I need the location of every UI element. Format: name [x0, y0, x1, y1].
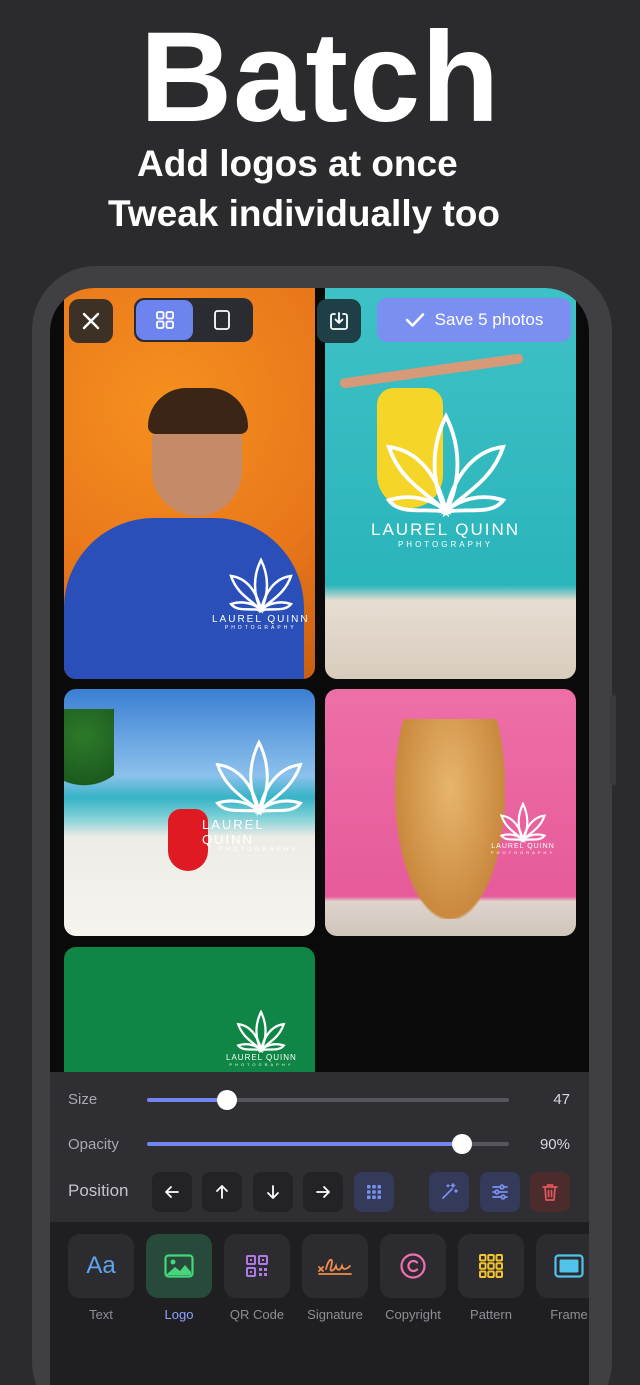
watermark-name: LAUREL QUINN: [371, 520, 521, 539]
arrow-up-icon: [216, 1185, 228, 1199]
trash-icon: [542, 1184, 558, 1201]
move-left-button[interactable]: [152, 1172, 192, 1212]
size-slider-fill: [147, 1098, 227, 1102]
watermark-tagline: PHOTOGRAPHY: [491, 850, 556, 855]
text-icon: Aa: [68, 1234, 134, 1298]
download-button[interactable]: [317, 299, 361, 343]
single-icon: [213, 310, 230, 330]
photo-tile-dog[interactable]: LAUREL QUINN PHOTOGRAPHY: [325, 689, 576, 936]
tools-bar: Aa Text Logo QR Code Signature Copyright…: [50, 1222, 589, 1385]
phone-side-button: [610, 695, 616, 785]
image-icon: [146, 1234, 212, 1298]
signature-icon: [302, 1234, 368, 1298]
tool-logo[interactable]: Logo: [146, 1234, 212, 1322]
auto-place-button[interactable]: [429, 1172, 469, 1212]
opacity-slider-fill: [147, 1142, 462, 1146]
close-icon: [82, 312, 100, 330]
lotus-logo-icon: [385, 412, 506, 518]
move-down-button[interactable]: [253, 1172, 293, 1212]
watermark-tagline: PHOTOGRAPHY: [397, 540, 494, 549]
tool-pattern-label: Pattern: [470, 1307, 512, 1322]
close-button[interactable]: [69, 299, 113, 343]
watermark-name: LAUREL QUINN: [491, 843, 555, 850]
delete-button[interactable]: [530, 1172, 570, 1212]
tool-text[interactable]: Aa Text: [68, 1234, 134, 1322]
size-slider-thumb[interactable]: [216, 1090, 237, 1110]
size-value: 47: [553, 1091, 570, 1108]
photo-tile-beach[interactable]: LAUREL QUINN PHOTOGRAPHY: [64, 689, 315, 936]
checkmark-icon: [405, 313, 424, 327]
tool-frame-label: Frame: [550, 1307, 588, 1322]
watermark-logo[interactable]: LAUREL QUINN PHOTOGRAPHY: [202, 737, 315, 853]
tool-pattern[interactable]: Pattern: [458, 1234, 524, 1322]
opacity-label: Opacity: [68, 1136, 119, 1153]
opacity-slider-thumb[interactable]: [451, 1134, 472, 1154]
watermark-logo[interactable]: LAUREL QUINN PHOTOGRAPHY: [491, 801, 555, 855]
move-up-button[interactable]: [202, 1172, 242, 1212]
watermark-tagline: PHOTOGRAPHY: [224, 625, 297, 631]
photo-tile-green[interactable]: LAUREL QUINN PHOTOGRAPHY: [64, 947, 315, 1077]
sliders-icon: [492, 1184, 508, 1200]
qr-icon: [224, 1234, 290, 1298]
opacity-value: 90%: [539, 1136, 570, 1153]
single-view-button[interactable]: [193, 300, 250, 340]
watermark-name: LAUREL QUINN: [212, 614, 310, 625]
download-icon: [330, 312, 348, 330]
watermark-logo[interactable]: LAUREL QUINN PHOTOGRAPHY: [226, 1009, 297, 1067]
tool-signature-label: Signature: [307, 1307, 363, 1322]
size-label: Size: [68, 1091, 98, 1108]
tool-logo-label: Logo: [164, 1307, 194, 1322]
tool-qr-code[interactable]: QR Code: [224, 1234, 290, 1322]
arrow-left-icon: [165, 1186, 179, 1198]
photo-tile-jump[interactable]: LAUREL QUINN PHOTOGRAPHY: [325, 288, 576, 679]
hero-subtitle-line2: Tweak individually too: [108, 193, 500, 234]
tool-signature[interactable]: Signature: [302, 1234, 368, 1322]
tool-text-label: Text: [89, 1307, 113, 1322]
magic-wand-icon: [442, 1183, 458, 1199]
lotus-logo-icon: [236, 1009, 287, 1053]
save-photos-label: Save 5 photos: [434, 310, 544, 329]
position-grid-button[interactable]: [354, 1172, 394, 1212]
position-label: Position: [68, 1181, 129, 1200]
grid-icon: [155, 311, 174, 329]
move-right-button[interactable]: [303, 1172, 343, 1212]
tool-qr-code-label: QR Code: [229, 1307, 285, 1322]
copyright-icon: [380, 1234, 446, 1298]
lotus-logo-icon: [500, 801, 547, 843]
lotus-logo-icon: [228, 557, 293, 614]
photo-palm-tree: [64, 709, 114, 799]
tool-copyright-label: Copyright: [385, 1307, 441, 1322]
size-slider[interactable]: [147, 1090, 509, 1110]
photo-tile-man[interactable]: LAUREL QUINN PHOTOGRAPHY: [64, 288, 315, 679]
tool-frame[interactable]: Frame: [536, 1234, 589, 1322]
view-mode-toggle: [134, 298, 253, 342]
watermark-tagline: PHOTOGRAPHY: [229, 1062, 294, 1067]
frame-icon: [536, 1234, 589, 1298]
grid-view-button[interactable]: [136, 300, 193, 340]
adjustments-button[interactable]: [480, 1172, 520, 1212]
arrow-right-icon: [316, 1186, 330, 1198]
lotus-logo-icon: [214, 739, 303, 817]
hero-title: Batch: [139, 6, 501, 149]
watermark-logo[interactable]: LAUREL QUINN PHOTOGRAPHY: [371, 408, 520, 549]
photo-subject-arms: [339, 353, 524, 389]
photo-subject-hair: [148, 388, 248, 434]
watermark-logo[interactable]: LAUREL QUINN PHOTOGRAPHY: [212, 556, 310, 631]
save-photos-button[interactable]: Save 5 photos: [377, 298, 571, 342]
watermark-tagline: PHOTOGRAPHY: [218, 847, 299, 853]
text-icon-glyph: Aa: [86, 1252, 116, 1279]
tool-copyright[interactable]: Copyright: [380, 1234, 446, 1322]
arrow-down-icon: [267, 1185, 279, 1199]
watermark-name: LAUREL QUINN: [226, 1053, 297, 1062]
hero-subtitle-line1: Add logos at once: [137, 143, 458, 184]
pattern-icon: [458, 1234, 524, 1298]
watermark-name: LAUREL QUINN: [202, 817, 265, 847]
photo-subject: [395, 719, 505, 919]
opacity-slider[interactable]: [147, 1134, 509, 1154]
grid-position-icon: [367, 1185, 381, 1199]
